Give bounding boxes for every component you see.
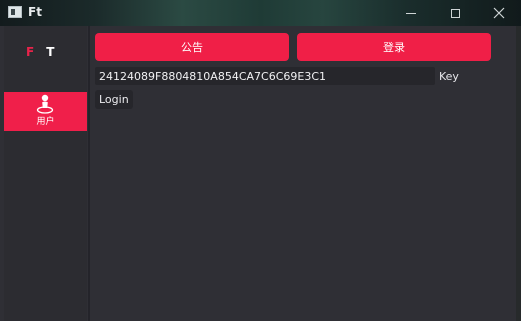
close-icon [493, 7, 505, 19]
key-label: Key [439, 70, 459, 83]
sidebar-item-user[interactable]: 用户 [4, 92, 87, 131]
login-button[interactable]: 登录 [297, 33, 491, 61]
logo-letter-f: F [26, 45, 35, 59]
sidebar-item-label: 用户 [36, 117, 55, 127]
sidebar-divider [88, 26, 90, 321]
key-input[interactable] [95, 67, 435, 85]
app-icon [8, 6, 22, 18]
minimize-button[interactable] [389, 0, 433, 26]
window-edge [516, 26, 521, 321]
notice-button[interactable]: 公告 [95, 33, 289, 61]
login-small-button[interactable]: Login [95, 90, 133, 109]
app-logo: FT [26, 45, 54, 59]
maximize-icon [450, 8, 460, 18]
logo-letter-t: T [46, 45, 55, 59]
sidebar: FT 用户 [4, 26, 87, 321]
window-title: Ft [28, 5, 42, 19]
user-pin-icon [36, 94, 54, 114]
close-button[interactable] [477, 0, 521, 26]
maximize-button[interactable] [433, 0, 477, 26]
minimize-icon [406, 12, 416, 14]
title-bar: Ft [0, 0, 521, 26]
